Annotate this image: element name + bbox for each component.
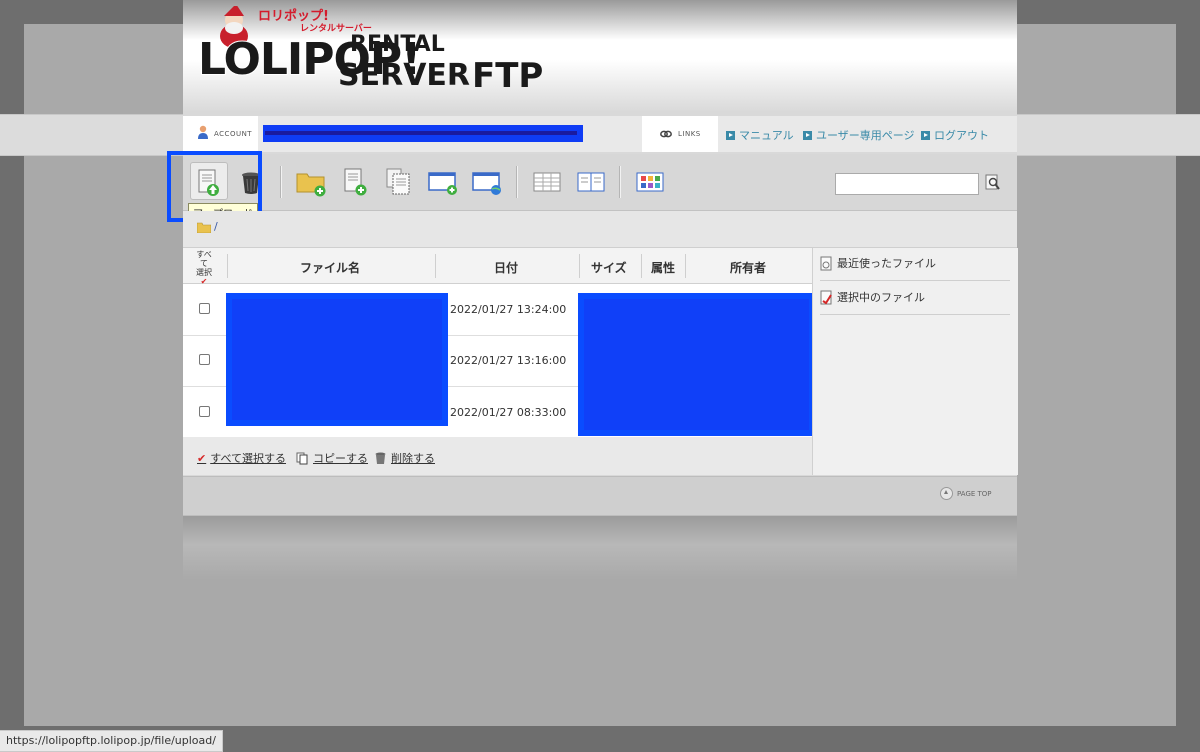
row-checkbox[interactable] <box>199 303 210 314</box>
sidebar-item-label: 最近使ったファイル <box>837 257 936 270</box>
new-folder-icon[interactable] <box>294 166 328 198</box>
nav-user-page-link[interactable]: ユーザー専用ページ <box>803 127 915 143</box>
arrow-icon <box>803 130 812 140</box>
footer <box>183 476 1017 516</box>
column-separator <box>641 254 642 278</box>
window-globe-icon[interactable] <box>470 166 504 198</box>
arrow-icon <box>921 130 930 140</box>
column-separator <box>435 254 436 278</box>
column-separator <box>685 254 686 278</box>
nav-logout-link[interactable]: ログアウト <box>921 127 989 143</box>
search-icon[interactable] <box>985 174 1001 191</box>
trash-small-icon <box>375 452 386 464</box>
status-url-bar: https://lolipopftp.lolipop.jp/file/uploa… <box>0 730 223 752</box>
page-bottom <box>183 515 1017 580</box>
page-top-label: PAGE TOP <box>957 489 992 498</box>
detail-view-icon[interactable] <box>574 166 608 198</box>
new-file-icon[interactable] <box>339 166 373 198</box>
toolbar-separator <box>516 166 518 198</box>
links-label: LINKS <box>678 130 701 138</box>
sidebar-item-label: 選択中のファイル <box>837 291 925 304</box>
check-icon: ✔ <box>197 451 207 465</box>
path-bar <box>183 211 1017 248</box>
row-date: 2022/01/27 13:16:00 <box>450 354 567 367</box>
logo-ftp: FTP <box>472 56 544 96</box>
arrow-up-icon <box>940 487 953 500</box>
select-all-link[interactable]: ✔ すべて選択する <box>197 450 286 466</box>
toolbar-separator <box>619 166 621 198</box>
account-name-redacted <box>263 125 583 142</box>
select-all-label: すべて選択する <box>210 452 287 465</box>
row-checkbox[interactable] <box>199 354 210 365</box>
copy-icon[interactable] <box>382 166 416 198</box>
toolbar-separator <box>280 166 282 198</box>
column-header-owner[interactable]: 所有者 <box>730 259 766 276</box>
select-all-header-line1: すべて <box>196 250 212 268</box>
column-header-filename[interactable]: ファイル名 <box>300 259 360 276</box>
column-header-attributes[interactable]: 属性 <box>651 259 675 276</box>
folder-icon <box>197 222 211 233</box>
row-date: 2022/01/27 08:33:00 <box>450 406 567 419</box>
sidebar-item-selected[interactable]: 選択中のファイル <box>820 280 1010 315</box>
search-input[interactable] <box>835 173 979 195</box>
path-root-link[interactable]: / <box>214 220 218 233</box>
page-top-link[interactable]: PAGE TOP <box>940 487 992 500</box>
sidebar-item-recent[interactable]: 最近使ったファイル <box>820 246 1010 281</box>
logo-rental: RENTAL <box>350 32 445 57</box>
filename-redacted <box>226 293 448 426</box>
column-header-size[interactable]: サイズ <box>591 259 627 276</box>
row-checkbox[interactable] <box>199 406 210 417</box>
nav-link-label: マニュアル <box>739 129 794 142</box>
column-header-date[interactable]: 日付 <box>494 259 518 276</box>
select-all-header[interactable]: すべて 選択 ✔ <box>193 250 215 286</box>
logo-server: SERVER <box>338 58 471 93</box>
recent-file-icon <box>820 256 832 270</box>
copy-label: コピーする <box>313 452 368 465</box>
select-all-header-line2: 選択 <box>196 268 212 277</box>
copy-small-icon <box>296 452 308 464</box>
selected-file-icon <box>820 290 832 304</box>
thumbnail-view-icon[interactable] <box>633 166 667 198</box>
arrow-icon <box>726 130 735 140</box>
user-icon <box>198 125 208 139</box>
nav-manual-link[interactable]: マニュアル <box>726 127 794 143</box>
row-date: 2022/01/27 13:24:00 <box>450 303 567 316</box>
delete-label: 削除する <box>391 452 435 465</box>
link-icon <box>660 130 672 138</box>
column-separator <box>227 254 228 278</box>
nav-link-label: ユーザー専用ページ <box>816 129 915 142</box>
column-separator <box>579 254 580 278</box>
copy-link[interactable]: コピーする <box>296 450 368 466</box>
account-label: ACCOUNT <box>214 130 253 138</box>
delete-link[interactable]: 削除する <box>374 450 435 466</box>
owner-redacted <box>578 293 815 436</box>
list-view-icon[interactable] <box>530 166 564 198</box>
nav-link-label: ログアウト <box>934 129 989 142</box>
window-add-icon[interactable] <box>426 166 460 198</box>
